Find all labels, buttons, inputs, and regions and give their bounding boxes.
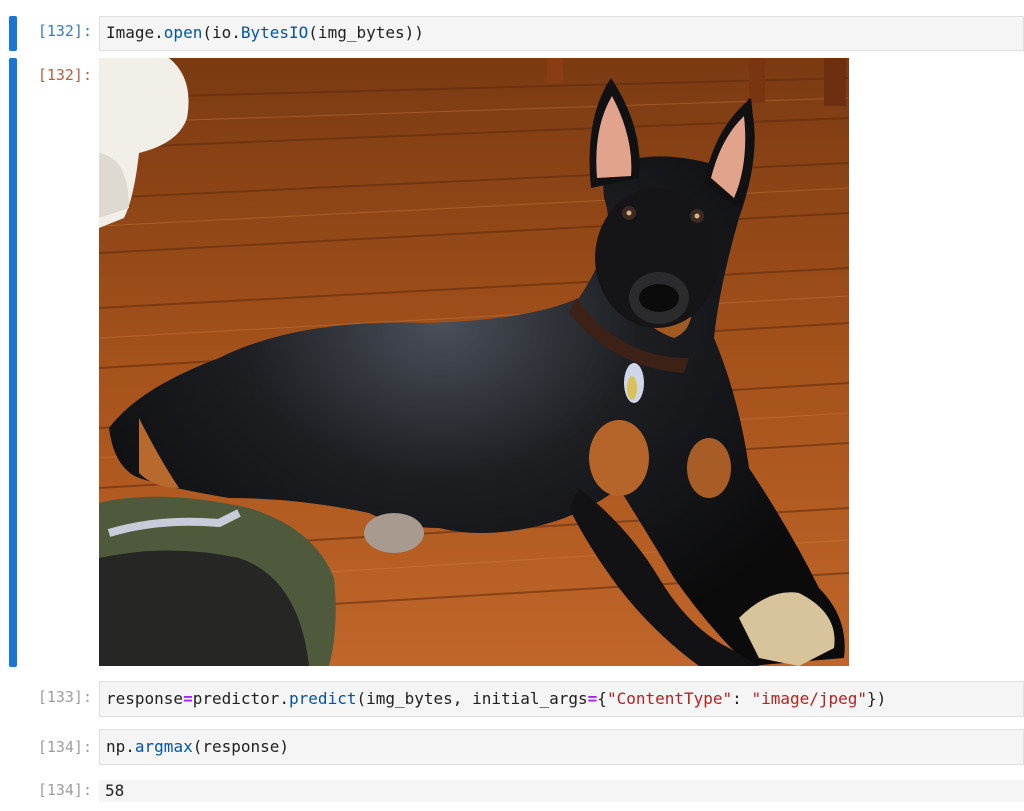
code-token: Image. <box>106 23 164 42</box>
output-prompt: [134]: <box>37 781 92 799</box>
output-collapser[interactable] <box>9 58 17 667</box>
code-cell-132[interactable]: [132]: Image.open(io.BytesIO(img_bytes))… <box>0 0 1024 668</box>
code-token: { <box>597 689 607 708</box>
code-token: argmax <box>134 737 193 756</box>
code-token: predictor. <box>192 689 290 708</box>
code-token: response <box>106 689 184 708</box>
code-editor[interactable]: np.argmax(response) <box>99 729 1024 765</box>
code-cell-133[interactable]: [133]: response=predictor.predict(img_by… <box>0 676 1024 720</box>
code-token: }) <box>867 689 887 708</box>
code-token: predict <box>289 689 357 708</box>
code-token: = <box>183 689 193 708</box>
code-token: "ContentType" <box>606 689 733 708</box>
code-token: (io. <box>202 23 241 42</box>
code-token: (img_bytes, initial_args <box>356 689 588 708</box>
code-cell-134[interactable]: [134]: np.argmax(response) [134]: 58 <box>0 724 1024 811</box>
notebook-panel: [132]: Image.open(io.BytesIO(img_bytes))… <box>0 0 1024 811</box>
code-token: (img_bytes)) <box>308 23 424 42</box>
code-editor[interactable]: response=predictor.predict(img_bytes, in… <box>99 681 1024 717</box>
code-editor[interactable]: Image.open(io.BytesIO(img_bytes)) <box>99 16 1024 51</box>
code-token: = <box>587 689 598 708</box>
code-token: (response) <box>192 737 290 756</box>
input-prompt: [133]: <box>37 688 92 706</box>
output-prompt: [132]: <box>37 66 92 84</box>
input-prompt: [134]: <box>37 738 92 756</box>
code-token: "image/jpeg" <box>751 689 868 708</box>
code-token: : <box>732 689 752 708</box>
output-text: 58 <box>99 780 1024 802</box>
code-token: open <box>163 23 203 42</box>
input-prompt: [132]: <box>37 22 92 40</box>
code-token: np. <box>106 737 135 756</box>
code-token: BytesIO <box>240 23 309 42</box>
output-image-doberman <box>99 58 849 666</box>
